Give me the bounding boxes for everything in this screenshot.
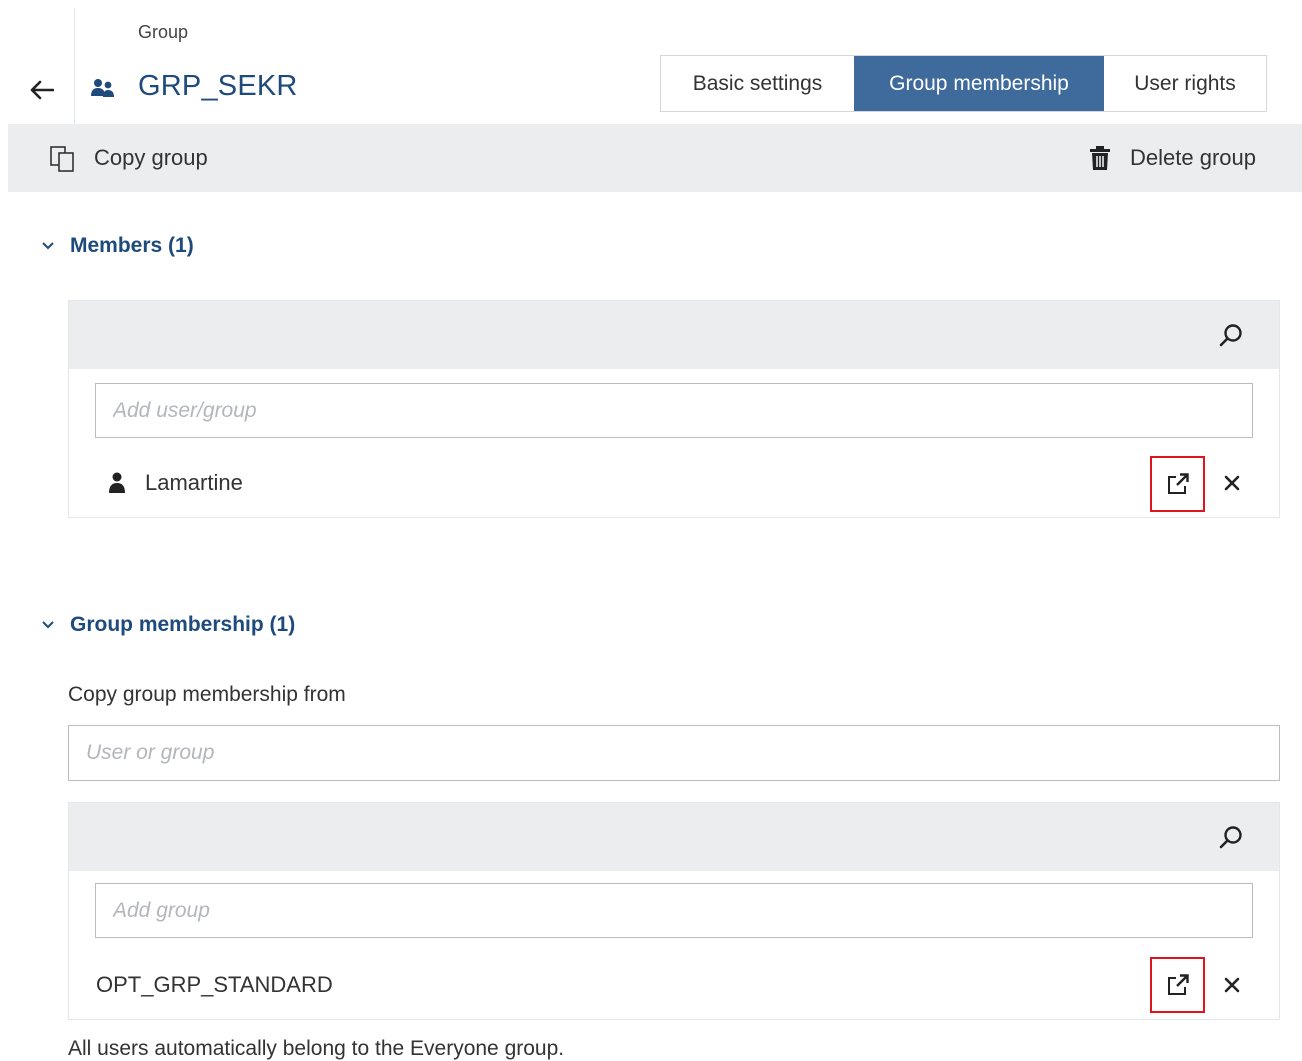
member-name: Lamartine (145, 470, 243, 495)
search-icon (1219, 826, 1242, 849)
remove-group-button[interactable] (1216, 969, 1248, 1001)
action-toolbar: Copy group Delete group (8, 124, 1302, 192)
object-type-label: Group (138, 22, 189, 42)
external-link-icon (1167, 974, 1189, 995)
copy-icon (50, 146, 74, 172)
trash-icon (1090, 146, 1111, 170)
close-icon (1224, 977, 1240, 993)
remove-member-button[interactable] (1216, 467, 1248, 499)
membership-row: OPT_GRP_STANDARD (96, 969, 333, 1001)
tab-user-rights[interactable]: User rights (1104, 56, 1266, 111)
header-divider (74, 8, 75, 124)
tab-group-membership[interactable]: Group membership (854, 56, 1104, 111)
chevron-down-icon (38, 615, 58, 635)
add-group-input[interactable] (95, 883, 1253, 938)
tab-bar: Basic settings Group membership User rig… (660, 55, 1267, 112)
group-icon (91, 79, 114, 97)
everyone-group-note: All users automatically belong to the Ev… (68, 1037, 565, 1060)
tab-basic-settings[interactable]: Basic settings (661, 56, 854, 111)
back-button[interactable] (24, 72, 60, 108)
members-search-button[interactable] (1215, 319, 1247, 351)
membership-group-name: OPT_GRP_STANDARD (96, 972, 333, 997)
member-row: Lamartine (107, 467, 243, 499)
members-panel-bar (69, 301, 1279, 369)
group-membership-section-toggle[interactable]: Group membership (1) (38, 613, 295, 637)
members-panel: Lamartine (68, 300, 1280, 518)
members-section-toggle[interactable]: Members (1) (38, 234, 194, 258)
groups-search-button[interactable] (1215, 821, 1247, 853)
close-icon (1224, 475, 1240, 491)
arrow-left-icon (30, 80, 54, 100)
page-header: Group GRP_SEKR Basic settings Group memb… (0, 0, 1302, 124)
add-user-group-input[interactable] (95, 383, 1253, 438)
group-membership-panel: OPT_GRP_STANDARD (68, 802, 1280, 1020)
external-link-icon (1167, 473, 1189, 494)
delete-group-label: Delete group (1130, 145, 1256, 170)
page-title: GRP_SEKR (138, 70, 298, 102)
open-group-button[interactable] (1150, 957, 1205, 1013)
chevron-down-icon (38, 236, 58, 256)
copy-group-label: Copy group (94, 145, 208, 170)
search-icon (1219, 324, 1242, 347)
copy-membership-label: Copy group membership from (68, 683, 346, 706)
delete-group-button[interactable]: Delete group (1088, 138, 1256, 178)
copy-membership-input[interactable] (68, 725, 1280, 781)
group-membership-panel-bar (69, 803, 1279, 871)
user-icon (109, 472, 125, 493)
group-membership-section-title: Group membership (1) (70, 613, 296, 636)
open-member-button[interactable] (1150, 456, 1205, 512)
copy-group-button[interactable]: Copy group (48, 138, 208, 178)
members-section-title: Members (1) (70, 234, 194, 257)
